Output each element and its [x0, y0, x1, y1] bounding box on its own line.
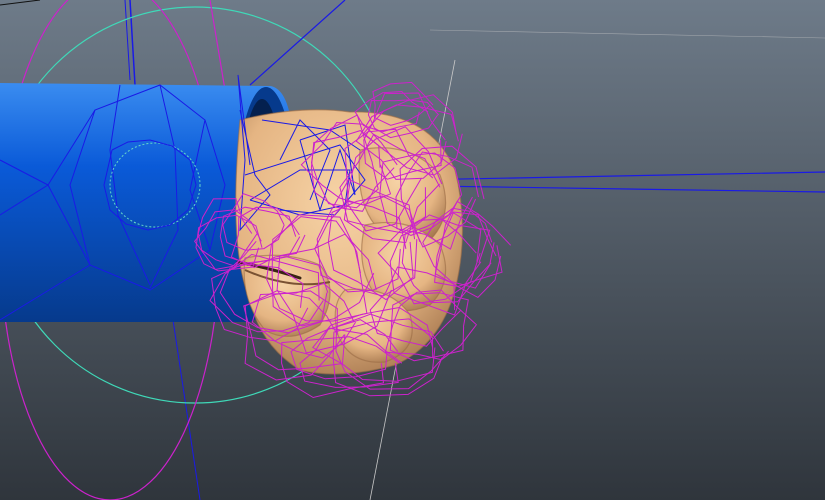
viewport-canvas[interactable]: [0, 0, 825, 500]
3d-viewport[interactable]: [0, 0, 825, 500]
